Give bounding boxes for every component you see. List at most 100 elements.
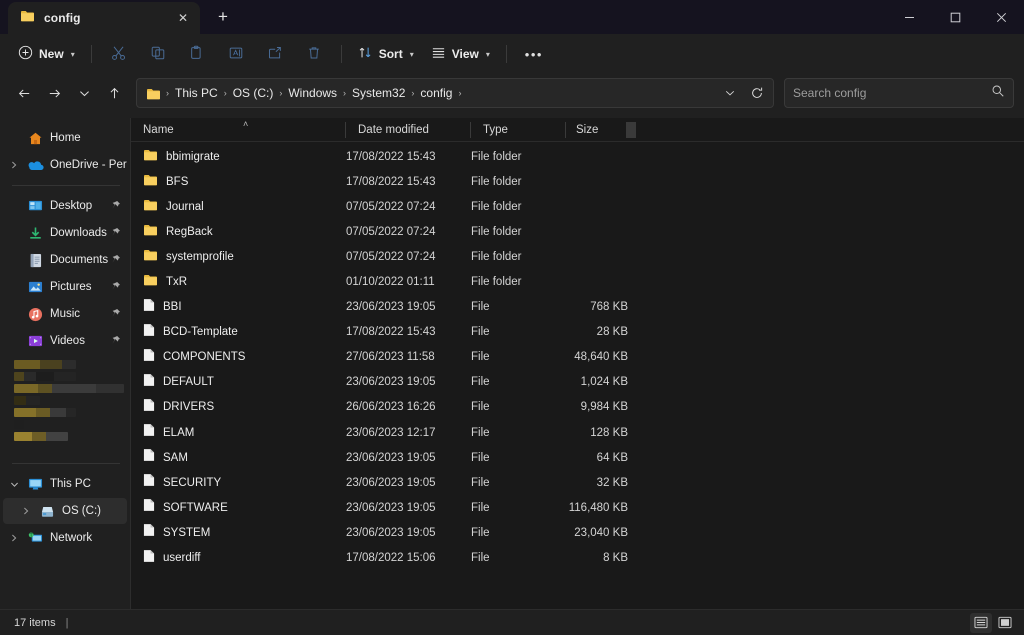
table-row[interactable]: systemprofile07/05/2022 07:24File folder: [131, 244, 1024, 269]
minimize-button[interactable]: [886, 0, 932, 34]
type-cell: File: [471, 452, 566, 464]
pin-icon[interactable]: [111, 281, 121, 294]
type-cell: File: [471, 427, 566, 439]
close-tab-icon[interactable]: ✕: [172, 7, 194, 29]
search-icon[interactable]: [991, 84, 1005, 103]
pc-icon: [27, 476, 44, 493]
share-button[interactable]: [256, 39, 294, 69]
table-row[interactable]: userdiff17/08/2022 15:06File8 KB: [131, 546, 1024, 571]
large-icons-view-button[interactable]: [994, 613, 1016, 633]
sidebar-item-onedrive[interactable]: OneDrive - Persona: [3, 152, 127, 178]
date-modified-cell: 17/08/2022 15:43: [346, 151, 471, 163]
file-name-label: RegBack: [166, 226, 213, 238]
sidebar-item-network[interactable]: Network: [3, 525, 127, 551]
pin-icon[interactable]: [111, 254, 121, 267]
date-modified-cell: 27/06/2023 11:58: [346, 351, 471, 363]
paste-button[interactable]: [178, 39, 216, 69]
table-row[interactable]: bbimigrate17/08/2022 15:43File folder: [131, 144, 1024, 169]
type-cell: File: [471, 502, 566, 514]
search-input[interactable]: [793, 86, 991, 100]
sort-ascending-icon: ˄: [243, 119, 248, 129]
forward-button[interactable]: [40, 79, 68, 107]
folder-icon: [143, 248, 158, 266]
path-dropdown-button[interactable]: [719, 82, 741, 104]
refresh-button[interactable]: [745, 81, 769, 105]
new-tab-button[interactable]: +: [208, 2, 238, 32]
table-row[interactable]: ELAM23/06/2023 12:17File128 KB: [131, 420, 1024, 445]
table-row[interactable]: BBI23/06/2023 19:05File768 KB: [131, 295, 1024, 320]
size-cell: 116,480 KB: [566, 502, 636, 514]
table-row[interactable]: SAM23/06/2023 19:05File64 KB: [131, 445, 1024, 470]
back-button[interactable]: [10, 79, 38, 107]
copy-button[interactable]: [139, 39, 177, 69]
table-row[interactable]: DRIVERS26/06/2023 16:26File9,984 KB: [131, 395, 1024, 420]
table-row[interactable]: DEFAULT23/06/2023 19:05File1,024 KB: [131, 370, 1024, 395]
trash-icon: [306, 45, 322, 64]
date-modified-cell: 23/06/2023 19:05: [346, 376, 471, 388]
column-divider[interactable]: [626, 122, 636, 138]
file-icon: [143, 549, 155, 568]
cut-button[interactable]: [100, 39, 138, 69]
toolbar-divider-3: [506, 45, 507, 63]
pin-icon[interactable]: [111, 308, 121, 321]
maximize-button[interactable]: [932, 0, 978, 34]
sidebar-item-downloads[interactable]: Downloads: [3, 220, 127, 246]
table-row[interactable]: SYSTEM23/06/2023 19:05File23,040 KB: [131, 520, 1024, 545]
pin-icon[interactable]: [111, 227, 121, 240]
sidebar-item-documents[interactable]: Documents: [3, 247, 127, 273]
type-cell: File folder: [471, 176, 566, 188]
sidebar-item-desktop[interactable]: Desktop: [3, 193, 127, 219]
table-row[interactable]: COMPONENTS27/06/2023 11:58File48,640 KB: [131, 345, 1024, 370]
table-row[interactable]: SOFTWARE23/06/2023 19:05File116,480 KB: [131, 495, 1024, 520]
column-header-size[interactable]: Size: [566, 118, 636, 142]
breadcrumb-item-config[interactable]: config: [415, 83, 457, 103]
chevron-down-icon[interactable]: [7, 480, 21, 489]
chevron-right-icon[interactable]: [7, 161, 21, 169]
recent-locations-button[interactable]: [70, 79, 98, 107]
table-row[interactable]: SECURITY23/06/2023 19:05File32 KB: [131, 470, 1024, 495]
breadcrumb-item-this-pc[interactable]: This PC: [170, 83, 223, 103]
view-button[interactable]: View ▾: [423, 39, 498, 69]
table-row[interactable]: RegBack07/05/2022 07:24File folder: [131, 219, 1024, 244]
column-header-date-modified[interactable]: Date modified: [346, 118, 471, 142]
table-row[interactable]: TxR01/10/2022 01:11File folder: [131, 269, 1024, 294]
sidebar-item-videos[interactable]: Videos: [3, 328, 127, 354]
date-modified-cell: 07/05/2022 07:24: [346, 201, 471, 213]
column-header-name[interactable]: Name ˄: [131, 118, 346, 142]
table-row[interactable]: Journal07/05/2022 07:24File folder: [131, 194, 1024, 219]
network-icon: [27, 530, 44, 547]
sidebar-item-os-c[interactable]: OS (C:): [3, 498, 127, 524]
breadcrumb-item-os-c[interactable]: OS (C:): [228, 83, 279, 103]
more-options-button[interactable]: •••: [515, 39, 553, 69]
sort-button[interactable]: Sort ▾: [350, 39, 422, 69]
details-view-button[interactable]: [970, 613, 992, 633]
close-window-button[interactable]: [978, 0, 1024, 34]
tab-config[interactable]: config ✕: [8, 2, 200, 34]
file-name-cell: COMPONENTS: [131, 348, 346, 367]
column-header-type[interactable]: Type: [471, 118, 566, 142]
breadcrumb-bar[interactable]: › This PC › OS (C:) › Windows › System32…: [136, 78, 774, 108]
table-row[interactable]: BCD-Template17/08/2022 15:43File28 KB: [131, 320, 1024, 345]
breadcrumb-tail: [717, 81, 769, 105]
up-button[interactable]: [100, 79, 128, 107]
rename-button[interactable]: [217, 39, 255, 69]
sidebar-item-home[interactable]: Home: [3, 125, 127, 151]
videos-icon: [27, 333, 44, 350]
documents-icon: [27, 252, 44, 269]
sidebar-item-this-pc[interactable]: This PC: [3, 471, 127, 497]
file-name-label: COMPONENTS: [163, 351, 245, 363]
pin-icon[interactable]: [111, 335, 121, 348]
chevron-right-icon[interactable]: [7, 534, 21, 542]
table-row[interactable]: BFS17/08/2022 15:43File folder: [131, 169, 1024, 194]
pin-icon[interactable]: [111, 200, 121, 213]
search-box[interactable]: [784, 78, 1014, 108]
type-cell: File: [471, 527, 566, 539]
sidebar-item-pictures[interactable]: Pictures: [3, 274, 127, 300]
breadcrumb-item-system32[interactable]: System32: [347, 83, 410, 103]
redacted-sidebar-region: [14, 360, 130, 441]
sidebar-item-music[interactable]: Music: [3, 301, 127, 327]
delete-button[interactable]: [295, 39, 333, 69]
chevron-right-icon[interactable]: [19, 507, 33, 515]
breadcrumb-item-windows[interactable]: Windows: [283, 83, 342, 103]
new-button[interactable]: New ▾: [10, 39, 83, 69]
